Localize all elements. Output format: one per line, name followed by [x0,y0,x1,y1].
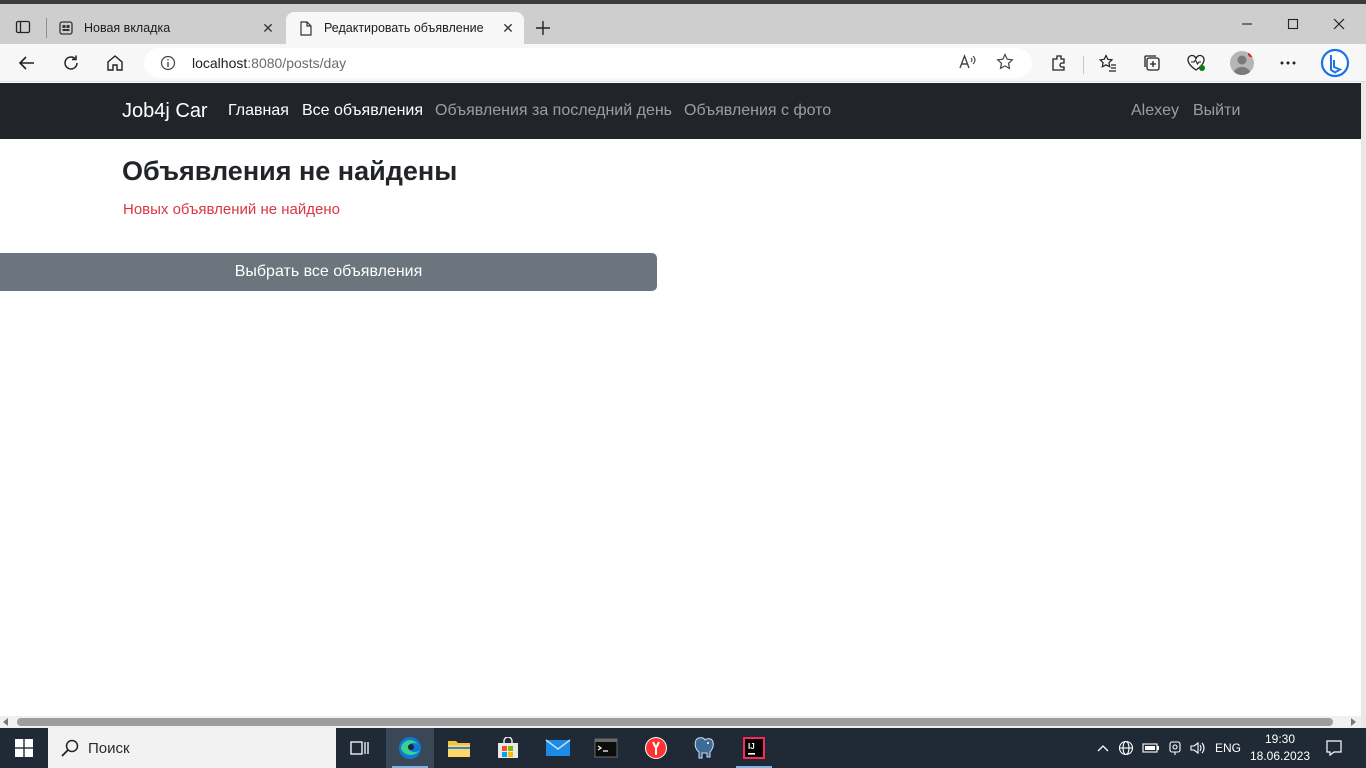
file-explorer-icon[interactable] [435,728,483,768]
microsoft-store-icon[interactable] [484,728,532,768]
clock-date: 18.06.2023 [1250,749,1311,763]
vertical-scrollbar-track[interactable] [1361,82,1366,730]
volume-speaker-icon[interactable] [1187,728,1209,768]
new-tab-icon [58,20,74,36]
battery-icon[interactable] [1140,728,1162,768]
profile-avatar[interactable] [1230,51,1254,75]
nav-user-name[interactable]: Alexey [1131,102,1179,120]
nav-logout-link[interactable]: Выйти [1193,102,1240,120]
network-globe-icon[interactable] [1116,728,1136,768]
extensions-icon[interactable] [1045,49,1073,77]
scroll-left-icon[interactable] [3,718,8,726]
browser-toolbar: localhost:8080/posts/day [0,44,1366,82]
read-aloud-icon[interactable] [958,53,976,76]
system-clock[interactable]: 19:30 18.06.2023 [1250,731,1310,765]
bing-copilot-icon[interactable] [1318,47,1352,79]
edge-app-icon[interactable] [386,728,434,768]
brand-link[interactable]: Job4j Car [122,100,208,123]
back-button[interactable] [13,49,41,77]
horizontal-scrollbar[interactable] [0,716,1361,728]
terminal-app-icon[interactable] [582,728,630,768]
intellij-idea-icon[interactable]: IJ [730,728,778,768]
url-path: :8080/posts/day [247,55,347,71]
notification-dot [1248,51,1254,57]
windows-taskbar: Поиск IJ ENG 19:30 18.06.2023 [0,728,1366,768]
more-menu-icon[interactable] [1274,49,1302,77]
collections-icon[interactable] [1138,49,1166,77]
scroll-right-icon[interactable] [1351,718,1356,726]
windows-logo-icon [15,739,33,757]
url-host: localhost [192,55,248,71]
start-button[interactable] [0,728,48,768]
window-border [0,0,1366,4]
browser-tab-strip: Новая вкладка ✕ Редактировать объявление… [0,0,1366,44]
taskbar-search[interactable]: Поиск [48,728,336,768]
tab-new-tab[interactable]: Новая вкладка ✕ [46,12,284,44]
browser-essentials-icon[interactable] [1182,49,1210,77]
toolbar-divider [1083,56,1084,74]
pgadmin-elephant-icon[interactable] [680,728,728,768]
page-icon [298,20,314,36]
search-icon [60,738,80,758]
yandex-browser-icon[interactable] [632,728,680,768]
minimize-button[interactable] [1224,12,1270,36]
favorite-star-icon[interactable] [996,53,1014,76]
notifications-icon[interactable] [1320,728,1348,768]
nav-link-posts-with-photo[interactable]: Объявления с фото [684,102,831,120]
tab-edit-post[interactable]: Редактировать объявление ✕ [286,12,524,44]
task-view-icon[interactable] [336,728,384,768]
input-language-indicator[interactable]: ENG [1212,728,1244,768]
nav-link-all-posts[interactable]: Все объявления [302,102,423,120]
error-message: Новых объявлений не найдено [123,201,340,218]
close-icon[interactable]: ✕ [256,16,280,40]
meet-now-camera-icon[interactable] [1165,728,1185,768]
nav-link-posts-last-day[interactable]: Объявления за последний день [435,102,672,120]
nav-link-home[interactable]: Главная [228,102,289,120]
select-all-posts-button[interactable]: Выбрать все объявления [0,253,657,291]
page-title: Объявления не найдены [122,156,458,186]
tab-title: Новая вкладка [84,21,171,35]
search-placeholder: Поиск [88,739,130,757]
close-icon[interactable]: ✕ [496,16,520,40]
maximize-button[interactable] [1270,12,1316,36]
window-close-button[interactable] [1316,12,1362,36]
svg-text:IJ: IJ [748,742,755,751]
tab-title: Редактировать объявление [324,21,484,35]
refresh-button[interactable] [57,49,85,77]
home-button[interactable] [101,49,129,77]
new-tab-button[interactable] [530,16,556,40]
scrollbar-thumb[interactable] [17,718,1333,726]
clock-time: 19:30 [1264,732,1296,746]
tab-actions-icon[interactable] [10,16,36,38]
info-icon[interactable] [160,55,176,71]
address-bar[interactable]: localhost:8080/posts/day [144,48,1032,78]
site-navbar: Job4j Car Главная Все объявления Объявле… [0,83,1361,139]
url-text[interactable]: localhost:8080/posts/day [192,55,346,71]
mail-app-icon[interactable] [534,728,582,768]
show-hidden-icons-chevron-icon[interactable] [1094,728,1112,768]
favorites-icon[interactable] [1094,49,1122,77]
